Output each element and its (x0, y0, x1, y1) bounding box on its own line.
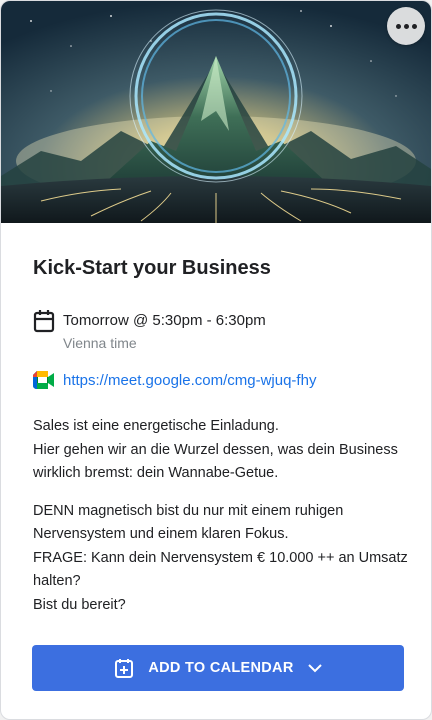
calendar-icon (33, 310, 55, 333)
description-paragraph: DENN magnetisch bist du nur mit einem ru… (33, 502, 408, 613)
event-card: Kick-Start your Business Tomorrow @ 5:30… (0, 0, 432, 720)
more-options-button[interactable] (387, 7, 425, 45)
description-paragraph: Sales ist eine energetische Einladung. H… (33, 418, 398, 481)
meet-link[interactable]: https://meet.google.com/cmg-wjuq-fhy (63, 372, 316, 389)
more-horiz-icon (395, 23, 417, 29)
add-to-calendar-button[interactable]: ADD TO CALENDAR (32, 645, 404, 691)
event-time: Tomorrow @ 5:30pm - 6:30pm (63, 312, 266, 329)
event-title: Kick-Start your Business (33, 257, 271, 279)
event-timezone: Vienna time (63, 335, 137, 351)
calendar-add-icon (115, 659, 134, 678)
event-hero-image (1, 1, 431, 223)
event-description: Sales ist eine energetische Einladung. H… (33, 415, 413, 631)
add-to-calendar-label: ADD TO CALENDAR (148, 660, 294, 676)
google-meet-icon (33, 371, 54, 389)
chevron-down-icon[interactable] (307, 663, 322, 673)
